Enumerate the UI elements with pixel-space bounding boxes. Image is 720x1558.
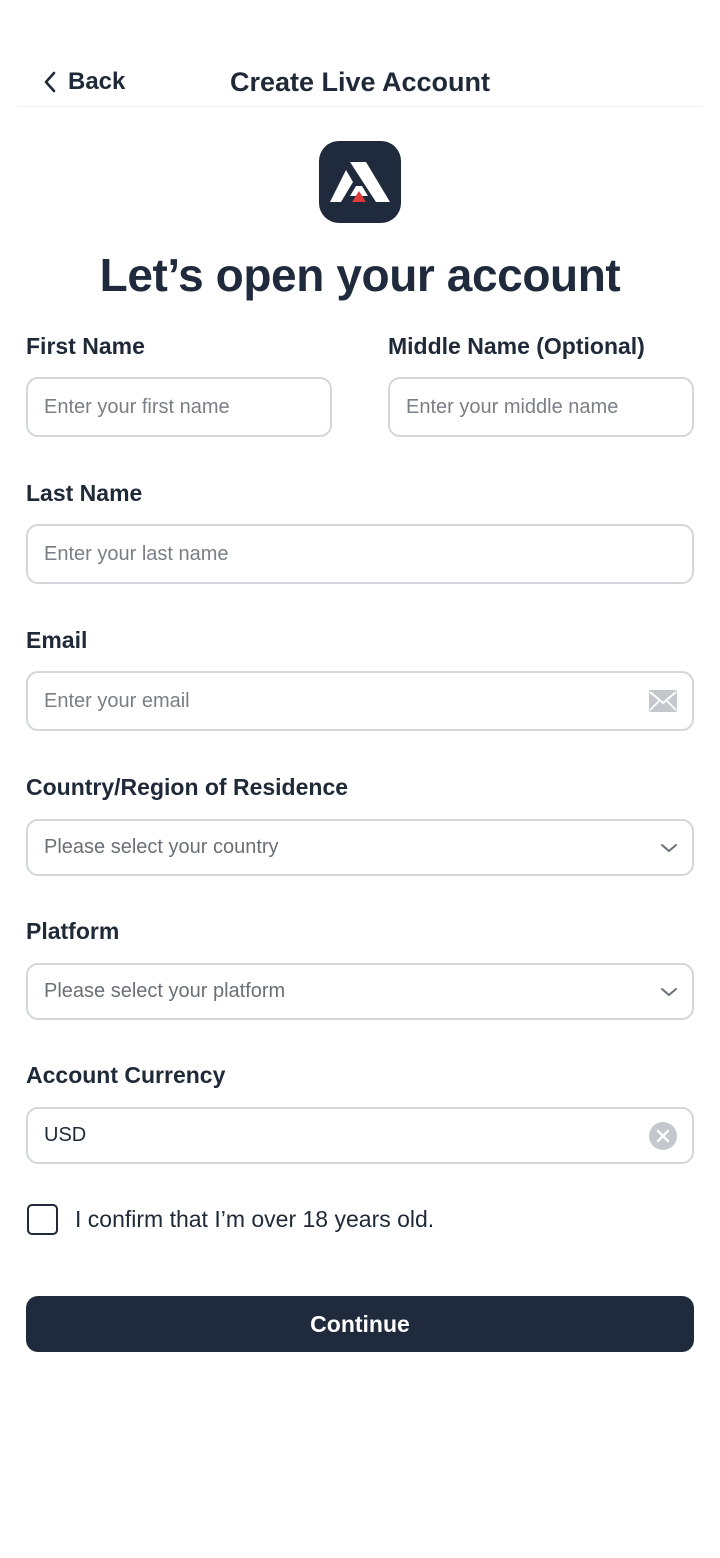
first-name-label: First Name <box>26 333 145 359</box>
last-name-field <box>26 524 694 584</box>
chevron-down-icon <box>660 842 678 854</box>
header-divider <box>18 106 702 107</box>
age-confirm-checkbox[interactable] <box>27 1203 58 1235</box>
last-name-label: Last Name <box>26 480 143 506</box>
envelope-icon <box>648 689 678 713</box>
country-label: Country/Region of Residence <box>26 774 349 800</box>
page-title: Create Live Account <box>229 67 491 97</box>
age-confirm-label: I confirm that I’m over 18 years old. <box>75 1205 435 1232</box>
middle-name-input[interactable] <box>390 379 692 435</box>
first-name-field <box>26 377 332 437</box>
country-select[interactable]: Please select your country <box>26 819 694 876</box>
chevron-down-icon <box>660 986 678 998</box>
email-input[interactable] <box>28 673 692 729</box>
headline: Let’s open your account <box>99 249 621 301</box>
first-name-input[interactable] <box>28 379 330 435</box>
platform-select[interactable]: Please select your platform <box>26 963 694 1020</box>
continue-button[interactable]: Continue <box>26 1296 694 1352</box>
age-confirm-row: I confirm that I’m over 18 years old. <box>27 1203 434 1235</box>
email-label: Email <box>26 627 88 653</box>
middle-name-field <box>388 377 694 437</box>
email-field <box>26 671 694 731</box>
navigation-bar: Back Create Live Account <box>0 0 720 108</box>
platform-placeholder: Please select your platform <box>44 980 286 1002</box>
country-placeholder: Please select your country <box>44 836 279 858</box>
last-name-input[interactable] <box>28 526 692 582</box>
app-logo <box>319 141 401 223</box>
currency-field[interactable]: USD <box>26 1107 694 1164</box>
triangle-logo-icon <box>330 162 390 202</box>
currency-value: USD <box>44 1124 87 1146</box>
clear-icon[interactable] <box>648 1121 678 1151</box>
middle-name-label: Middle Name (Optional) <box>388 333 645 359</box>
currency-label: Account Currency <box>26 1062 226 1088</box>
platform-label: Platform <box>26 918 120 944</box>
